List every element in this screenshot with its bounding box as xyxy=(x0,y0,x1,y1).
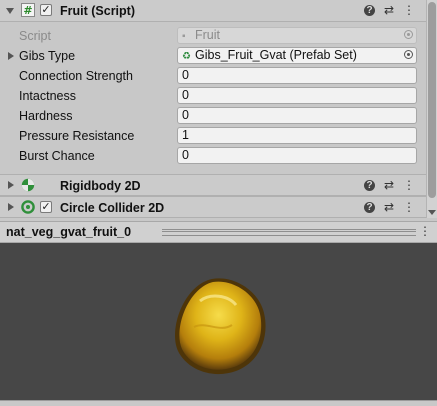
circle-collider-icon xyxy=(21,200,35,214)
preview-title: nat_veg_gvat_fruit_0 xyxy=(6,225,132,239)
property-label: Intactness xyxy=(19,89,76,103)
field-value: Gibs_Fruit_Gvat (Prefab Set) xyxy=(195,48,357,62)
property-row-burst-chance: Burst Chance 0 xyxy=(0,146,426,166)
scroll-down-arrow-icon[interactable] xyxy=(428,210,436,215)
property-row-hardness: Hardness 0 xyxy=(0,106,426,126)
fruit-sprite-image xyxy=(175,278,266,375)
connection-strength-input[interactable]: 0 xyxy=(177,67,417,84)
sprite-preview-area xyxy=(0,243,437,400)
fruit-script-header[interactable]: # ✓ Fruit (Script) ? ⇄ ⋮ xyxy=(0,0,426,22)
script-file-icon: ▪ xyxy=(182,31,186,42)
rigidbody2d-title: Rigidbody 2D xyxy=(60,179,141,193)
pressure-resistance-input[interactable]: 1 xyxy=(177,127,417,144)
rigidbody2d-icon xyxy=(21,178,35,192)
help-icon[interactable]: ? xyxy=(364,202,375,213)
help-icon[interactable]: ? xyxy=(364,180,375,191)
prefab-set-icon: ♻ xyxy=(182,51,191,62)
presets-icon[interactable]: ⇄ xyxy=(382,200,396,214)
object-picker-icon xyxy=(404,30,413,39)
property-label: Burst Chance xyxy=(19,149,95,163)
property-row-intactness: Intactness 0 xyxy=(0,86,426,106)
preview-header[interactable]: nat_veg_gvat_fruit_0 ⋮ xyxy=(0,221,437,243)
script-hash-icon: # xyxy=(21,3,35,17)
collider-enabled-checkbox[interactable]: ✓ xyxy=(40,201,52,213)
inspector-panel: # ✓ Fruit (Script) ? ⇄ ⋮ Script ▪ Fruit G… xyxy=(0,0,426,218)
property-label: Gibs Type xyxy=(19,49,76,63)
property-label: Script xyxy=(19,29,51,43)
context-menu-icon[interactable]: ⋮ xyxy=(402,3,416,17)
presets-icon[interactable]: ⇄ xyxy=(382,178,396,192)
property-row-pressure-resistance: Pressure Resistance 1 xyxy=(0,126,426,146)
object-picker-icon[interactable] xyxy=(404,50,413,59)
hardness-input[interactable]: 0 xyxy=(177,107,417,124)
property-label: Pressure Resistance xyxy=(19,129,135,143)
fruit-script-title: Fruit (Script) xyxy=(60,4,135,18)
property-label: Hardness xyxy=(19,109,73,123)
bottom-edge-bar xyxy=(0,400,437,406)
foldout-collapsed-icon[interactable] xyxy=(8,203,14,211)
property-row-script: Script ▪ Fruit xyxy=(0,26,426,46)
foldout-collapsed-icon[interactable] xyxy=(8,52,14,60)
scrollbar-thumb[interactable] xyxy=(428,2,436,198)
help-icon[interactable]: ? xyxy=(364,5,375,16)
context-menu-icon[interactable]: ⋮ xyxy=(402,200,416,214)
foldout-expanded-icon[interactable] xyxy=(6,8,14,14)
context-menu-icon[interactable]: ⋮ xyxy=(402,178,416,192)
property-row-gibs-type: Gibs Type ♻ Gibs_Fruit_Gvat (Prefab Set) xyxy=(0,46,426,66)
context-menu-icon[interactable]: ⋮ xyxy=(419,224,431,238)
foldout-collapsed-icon[interactable] xyxy=(8,181,14,189)
fruit-enabled-checkbox[interactable]: ✓ xyxy=(40,4,52,16)
rigidbody2d-header[interactable]: Rigidbody 2D ? ⇄ ⋮ xyxy=(0,174,426,196)
circle-collider2d-header[interactable]: ✓ Circle Collider 2D ? ⇄ ⋮ xyxy=(0,196,426,218)
property-label: Connection Strength xyxy=(19,69,133,83)
svg-text:#: # xyxy=(23,4,32,17)
property-row-connection-strength: Connection Strength 0 xyxy=(0,66,426,86)
presets-icon[interactable]: ⇄ xyxy=(382,3,396,17)
intactness-input[interactable]: 0 xyxy=(177,87,417,104)
resize-grip-icon[interactable] xyxy=(162,229,416,236)
inspector-scrollbar[interactable] xyxy=(426,0,437,218)
gibs-type-object-field[interactable]: ♻ Gibs_Fruit_Gvat (Prefab Set) xyxy=(177,47,417,64)
burst-chance-input[interactable]: 0 xyxy=(177,147,417,164)
field-value: Fruit xyxy=(195,28,220,42)
script-object-field: ▪ Fruit xyxy=(177,27,417,44)
circle-collider2d-title: Circle Collider 2D xyxy=(60,201,165,215)
